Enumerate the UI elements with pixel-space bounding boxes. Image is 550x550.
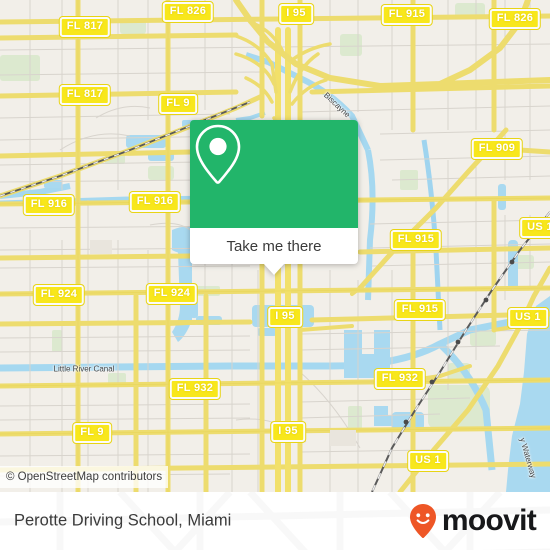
road-shield: FL 915 bbox=[381, 5, 433, 25]
road-shield: FL 924 bbox=[33, 285, 85, 305]
road-shield-label: FL 9 bbox=[80, 426, 104, 438]
moovit-logo[interactable]: moovit bbox=[408, 503, 537, 539]
road-shield: FL 9 bbox=[159, 94, 197, 114]
place-name: Perotte Driving School, Miami bbox=[14, 511, 232, 530]
road-shield-label: I 95 bbox=[286, 7, 306, 19]
road-shield-label: US 1 bbox=[515, 311, 541, 323]
callout-pointer-tail bbox=[263, 263, 285, 275]
road-shield: I 95 bbox=[279, 4, 313, 24]
road-shield-label: FL 915 bbox=[401, 303, 439, 315]
map-screenshot: FL 817 FL 826 I 95 FL 915 FL 826 FL 817 FL 9 FL… bbox=[0, 0, 550, 550]
road-shield-label: FL 932 bbox=[381, 372, 419, 384]
road-shield: US 1 bbox=[408, 451, 448, 471]
road-shield-label: FL 916 bbox=[136, 195, 174, 207]
road-shield-label: FL 924 bbox=[153, 287, 191, 299]
road-shield: FL 909 bbox=[471, 139, 523, 159]
road-shield-label: FL 915 bbox=[397, 233, 435, 245]
road-shield: FL 916 bbox=[23, 195, 75, 215]
map-pin-icon bbox=[195, 124, 241, 184]
road-shield: FL 826 bbox=[162, 2, 214, 22]
road-shield-label: FL 817 bbox=[66, 20, 104, 32]
location-callout-card[interactable]: Take me there bbox=[190, 120, 358, 275]
road-shield-label: FL 915 bbox=[388, 8, 426, 20]
road-shield-label: FL 916 bbox=[30, 198, 68, 210]
road-shield-label: FL 924 bbox=[40, 288, 78, 300]
road-shield-label: I 95 bbox=[275, 310, 295, 322]
map-text-label: Little River Canal bbox=[53, 364, 115, 374]
callout-action-label-wrap[interactable]: Take me there bbox=[190, 228, 358, 264]
road-shield-label: FL 932 bbox=[176, 382, 214, 394]
moovit-pin-icon bbox=[409, 504, 436, 538]
road-shield: FL 924 bbox=[146, 284, 198, 304]
moovit-wordmark: moovit bbox=[441, 504, 537, 537]
map-canvas[interactable]: FL 817 FL 826 I 95 FL 915 FL 826 FL 817 FL 9 FL… bbox=[0, 0, 550, 492]
road-shield: FL 915 bbox=[390, 230, 442, 250]
road-shield: FL 817 bbox=[59, 17, 111, 37]
road-shield: FL 932 bbox=[374, 369, 426, 389]
road-shield: FL 817 bbox=[59, 85, 111, 105]
callout-header bbox=[190, 120, 358, 228]
road-shield: FL 932 bbox=[169, 379, 221, 399]
osm-attribution-text: © OpenStreetMap contributors bbox=[6, 471, 163, 483]
road-shield-label: US 1 bbox=[527, 221, 550, 233]
road-shield: US 1 bbox=[508, 308, 548, 328]
road-shield: FL 9 bbox=[73, 423, 111, 443]
osm-attribution[interactable]: © OpenStreetMap contributors bbox=[0, 466, 169, 488]
road-shield: FL 915 bbox=[394, 300, 446, 320]
road-shield: I 95 bbox=[271, 422, 305, 442]
road-shield: FL 826 bbox=[489, 9, 541, 29]
road-shield-label: FL 909 bbox=[478, 142, 516, 154]
take-me-there-label: Take me there bbox=[226, 237, 322, 255]
road-shield-label: FL 817 bbox=[66, 88, 104, 100]
road-shield-label: FL 9 bbox=[166, 97, 190, 109]
road-shield-label: I 95 bbox=[278, 425, 298, 437]
road-shield: FL 916 bbox=[129, 192, 181, 212]
road-shield-label: FL 826 bbox=[496, 12, 534, 24]
road-shield-label: US 1 bbox=[415, 454, 441, 466]
bottom-info-bar: Perotte Driving School, Miami moovit bbox=[0, 492, 550, 550]
road-shield: I 95 bbox=[268, 307, 302, 327]
road-shield-label: FL 826 bbox=[169, 5, 207, 17]
road-shield: US 1 bbox=[520, 218, 550, 238]
